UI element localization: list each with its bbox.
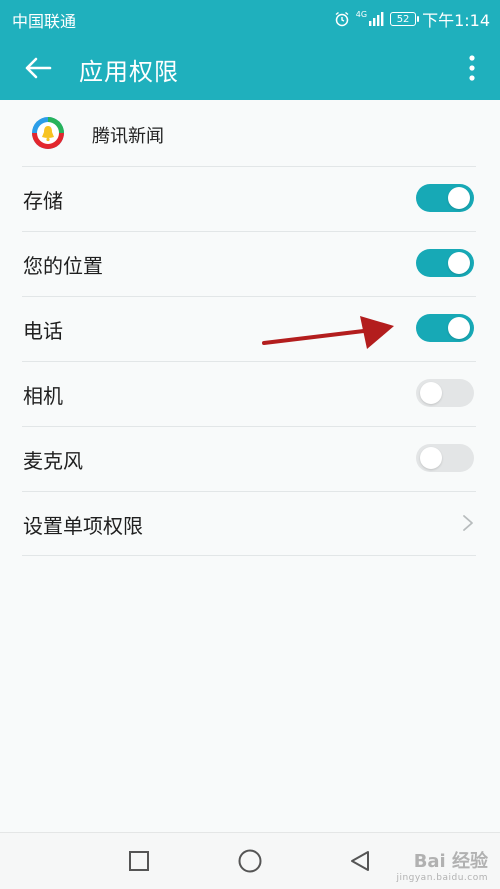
recent-apps-icon bbox=[129, 851, 149, 871]
app-bar: 应用权限 bbox=[0, 36, 500, 100]
permission-row-storage[interactable]: 存储 bbox=[0, 167, 500, 231]
permission-row-camera[interactable]: 相机 bbox=[0, 362, 500, 426]
status-bar: 中国联通 4G 52 下午1:14 bbox=[0, 0, 500, 36]
recent-apps-button[interactable] bbox=[125, 847, 153, 875]
permission-row-location[interactable]: 您的位置 bbox=[0, 232, 500, 296]
divider bbox=[22, 555, 476, 556]
toggle-knob bbox=[448, 187, 470, 209]
camera-toggle[interactable] bbox=[416, 379, 474, 407]
navigation-bar: Bai 经验 jingyan.baidu.com bbox=[0, 832, 500, 889]
home-button[interactable] bbox=[236, 847, 264, 875]
tencent-news-logo bbox=[32, 117, 64, 149]
permission-label: 麦克风 bbox=[23, 449, 83, 473]
network-type: 4G bbox=[355, 9, 368, 19]
more-vert-icon bbox=[469, 55, 475, 81]
single-permission-row[interactable]: 设置单项权限 bbox=[0, 492, 500, 556]
permission-row-phone[interactable]: 电话 bbox=[0, 297, 500, 361]
microphone-toggle[interactable] bbox=[416, 444, 474, 472]
toggle-knob bbox=[448, 317, 470, 339]
arrow-left-icon bbox=[25, 57, 52, 79]
back-button[interactable] bbox=[20, 50, 56, 86]
watermark-url: jingyan.baidu.com bbox=[396, 873, 488, 883]
app-header: 腾讯新闻 bbox=[0, 100, 500, 166]
phone-toggle[interactable] bbox=[416, 314, 474, 342]
signal-icon: 4G bbox=[355, 9, 384, 26]
battery-icon: 52 bbox=[390, 12, 420, 26]
toggle-knob bbox=[448, 252, 470, 274]
alarm-icon bbox=[334, 11, 350, 27]
status-time: 下午1:14 bbox=[422, 11, 490, 30]
storage-toggle[interactable] bbox=[416, 184, 474, 212]
status-icons: 4G 52 下午1:14 bbox=[334, 7, 490, 31]
single-permission-label: 设置单项权限 bbox=[23, 514, 143, 538]
home-icon bbox=[238, 849, 262, 873]
watermark-text: Bai 经验 bbox=[413, 851, 488, 872]
permission-label: 存储 bbox=[23, 189, 63, 213]
more-options-button[interactable] bbox=[460, 52, 484, 84]
chevron-right-icon bbox=[463, 515, 473, 531]
permission-row-microphone[interactable]: 麦克风 bbox=[0, 427, 500, 491]
baidu-watermark: Bai 经验 jingyan.baidu.com bbox=[396, 847, 488, 883]
back-nav-button[interactable] bbox=[346, 847, 374, 875]
toggle-knob bbox=[420, 382, 442, 404]
permission-label: 电话 bbox=[23, 319, 63, 343]
location-toggle[interactable] bbox=[416, 249, 474, 277]
carrier-name: 中国联通 bbox=[12, 12, 77, 31]
toggle-knob bbox=[420, 447, 442, 469]
page-title: 应用权限 bbox=[79, 58, 179, 86]
app-name: 腾讯新闻 bbox=[92, 126, 164, 147]
back-triangle-icon bbox=[351, 851, 369, 871]
permission-label: 相机 bbox=[23, 384, 63, 408]
permission-label: 您的位置 bbox=[23, 254, 103, 278]
battery-level: 52 bbox=[396, 13, 410, 25]
